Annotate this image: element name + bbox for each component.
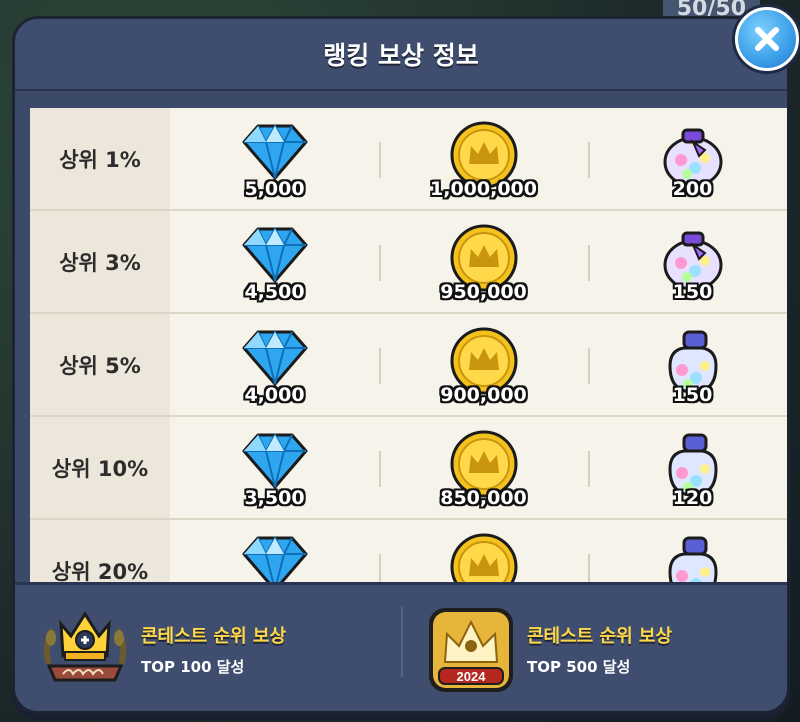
coin-reward: 900,000 (379, 314, 588, 415)
reward-row: 상위 1% 5,000 1,000,000 200 (30, 108, 787, 211)
footer-reward-subtitle: TOP 500 달성 (527, 658, 631, 676)
rank-label: 상위 10% (30, 417, 170, 518)
diamond-icon (242, 123, 307, 179)
rank-label: 상위 3% (30, 211, 170, 312)
close-button[interactable] (735, 7, 799, 71)
diamond-amount: 5,000 (244, 177, 305, 200)
jar-reward: 150 (588, 314, 787, 415)
close-icon (755, 27, 779, 51)
coin-amount: 850,000 (440, 486, 527, 509)
diamond-icon (242, 226, 307, 282)
jar-amount: 150 (672, 280, 713, 303)
diamond-reward: 4,500 (170, 211, 379, 312)
coin-amount: 900,000 (440, 383, 527, 406)
footer-reward-top100: 콘테스트 순위 보상 TOP 100 달성 (15, 585, 401, 711)
jar-reward: 150 (588, 211, 787, 312)
diamond-icon (242, 329, 307, 385)
diamond-reward: 5,000 (170, 108, 379, 209)
jar-reward: 120 (588, 417, 787, 518)
rank-label: 상위 1% (30, 108, 170, 209)
reward-table[interactable]: 상위 1% 5,000 1,000,000 200 상위 3% 4,500 95… (30, 108, 787, 598)
diamond-amount: 3,500 (244, 486, 305, 509)
coin-reward: 950,000 (379, 211, 588, 312)
rank-label: 상위 5% (30, 314, 170, 415)
footer-reward-title: 콘테스트 순위 보상 (141, 626, 287, 647)
jar-reward: 200 (588, 108, 787, 209)
diamond-reward: 4,000 (170, 314, 379, 415)
reward-row: 상위 10% 3,500 850,000 120 (30, 417, 787, 520)
footer-reward-title: 콘테스트 순위 보상 (527, 626, 673, 647)
coin-amount: 1,000,000 (430, 177, 537, 200)
popup-title: 랭킹 보상 정보 (323, 41, 479, 70)
crown-wreath-badge-icon (39, 604, 131, 696)
footer-rewards: 콘테스트 순위 보상 TOP 100 달성 2024 콘테스트 순위 보상 TO… (15, 582, 787, 711)
diamond-amount: 4,500 (244, 280, 305, 303)
coin-reward: 1,000,000 (379, 108, 588, 209)
jar-amount: 150 (672, 383, 713, 406)
ranking-reward-popup: 랭킹 보상 정보 상위 1% 5,000 1,000,000 200 상위 3% (12, 16, 790, 714)
diamond-icon (242, 432, 307, 488)
diamond-reward: 3,500 (170, 417, 379, 518)
diamond-amount: 4,000 (244, 383, 305, 406)
jar-amount: 200 (672, 177, 713, 200)
jar-amount: 120 (672, 486, 713, 509)
footer-reward-top500: 2024 콘테스트 순위 보상 TOP 500 달성 (401, 585, 787, 711)
popup-header: 랭킹 보상 정보 (15, 19, 787, 91)
reward-row: 상위 5% 4,000 900,000 150 (30, 314, 787, 417)
reward-row: 상위 3% 4,500 950,000 150 (30, 211, 787, 314)
coin-amount: 950,000 (440, 280, 527, 303)
coin-reward: 850,000 (379, 417, 588, 518)
footer-reward-subtitle: TOP 100 달성 (141, 658, 245, 676)
badge-year-label: 2024 (457, 669, 487, 684)
golden-2024-badge-icon: 2024 (425, 604, 517, 696)
